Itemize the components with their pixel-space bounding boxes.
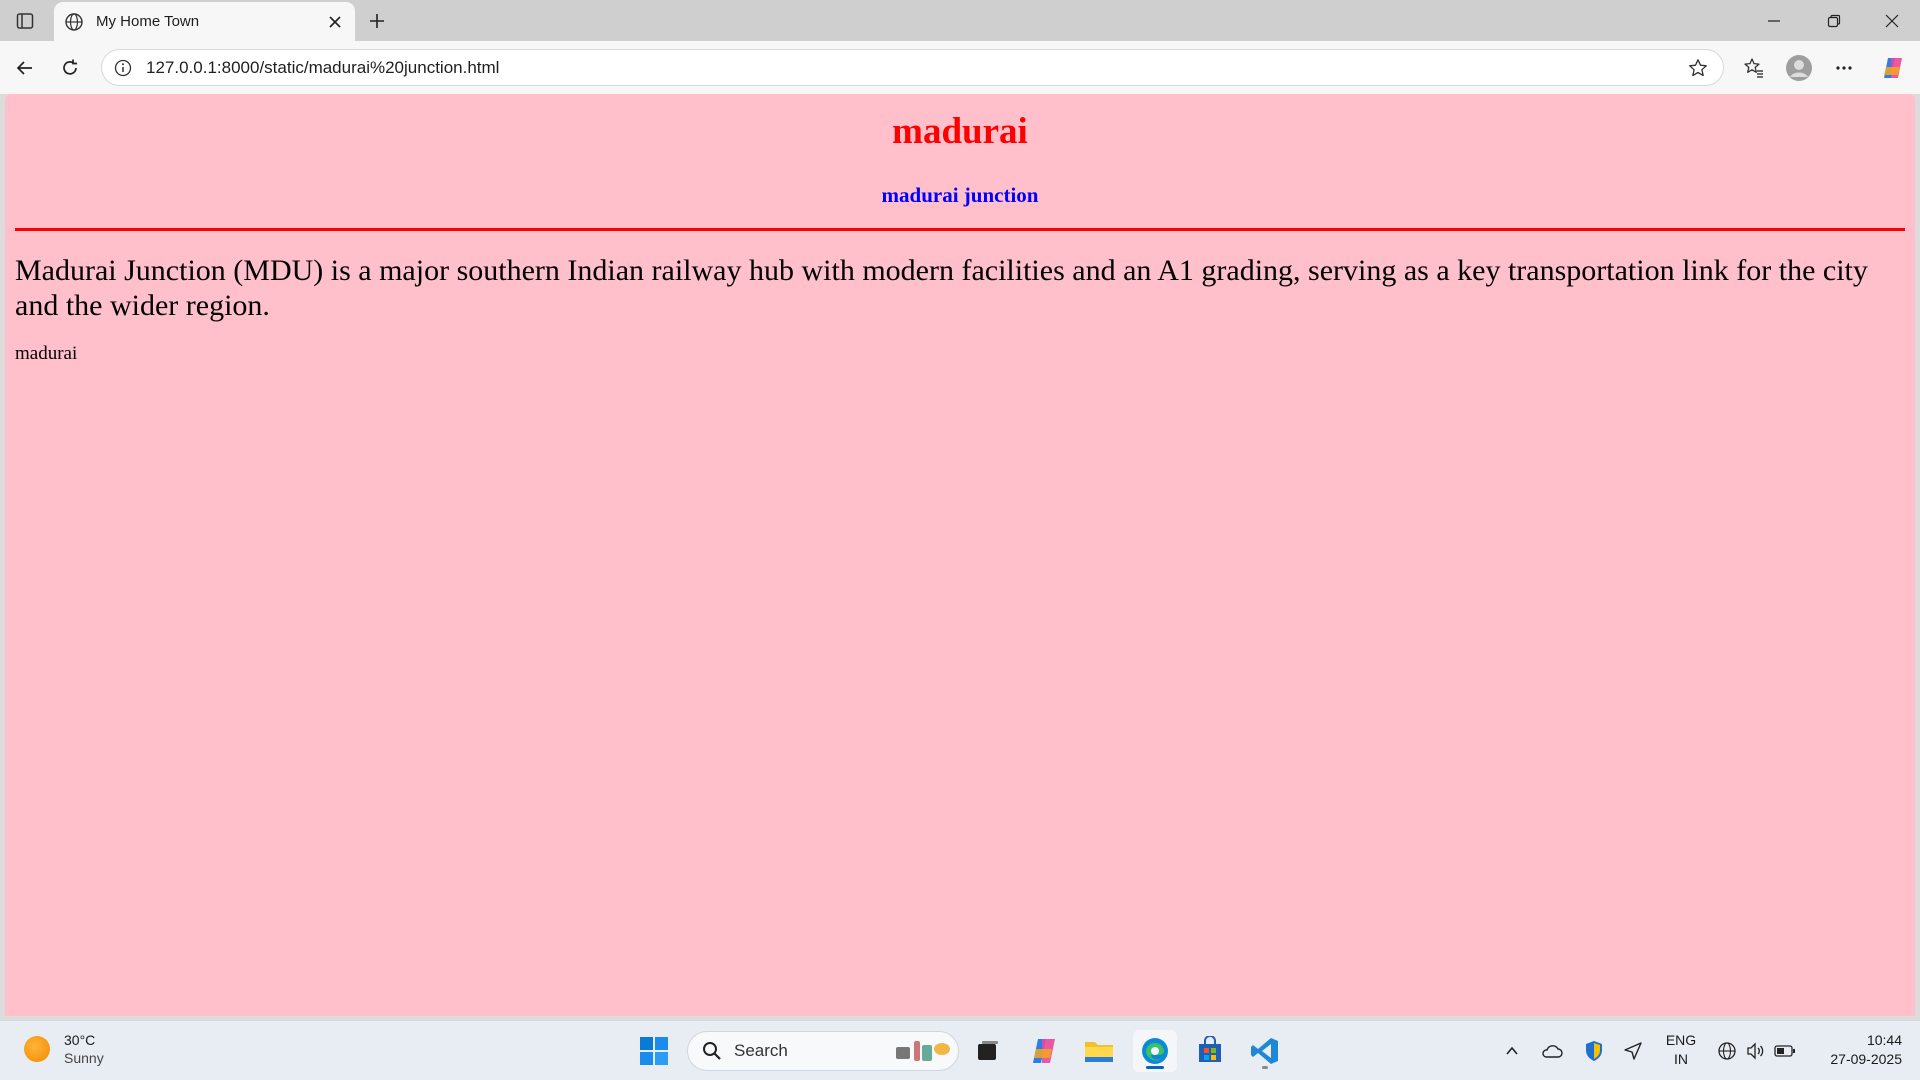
tab-title: My Home Town [96, 13, 200, 30]
restore-icon [1827, 14, 1841, 27]
weather-condition: Sunny [64, 1050, 104, 1066]
address-bar[interactable]: 127.0.0.1:8000/static/madurai%20junction… [101, 49, 1724, 86]
battery-icon [1774, 1045, 1795, 1057]
language-code: ENG [1665, 1032, 1697, 1048]
search-icon [703, 1042, 721, 1060]
weather-widget[interactable]: 30°C Sunny [24, 1031, 104, 1067]
file-explorer-button[interactable] [1077, 1030, 1121, 1072]
system-clock[interactable]: 10:44 27-09-2025 [1806, 1031, 1902, 1069]
profile-button[interactable] [1782, 51, 1816, 85]
vscode-icon [1251, 1038, 1278, 1064]
copilot-icon [1033, 1039, 1055, 1063]
chevron-up-icon [1506, 1046, 1518, 1055]
cloud-icon [1542, 1045, 1563, 1058]
site-info-button[interactable] [112, 57, 134, 79]
url-text[interactable]: 127.0.0.1:8000/static/madurai%20junction… [146, 58, 1681, 78]
sun-icon [24, 1036, 50, 1062]
favorite-button[interactable] [1681, 51, 1715, 85]
edge-icon [1142, 1038, 1168, 1064]
star-icon [1689, 58, 1707, 76]
taskbar: 30°C Sunny Search ENG IN 10:44 27-09-202… [0, 1020, 1920, 1080]
page-paragraph: Madurai Junction (MDU) is a major southe… [15, 253, 1868, 322]
restore-button[interactable] [1806, 0, 1862, 41]
location-arrow-icon [1624, 1042, 1642, 1060]
clock-time: 10:44 [1866, 1032, 1902, 1048]
copilot-taskbar-button[interactable] [1022, 1030, 1066, 1072]
region-code: IN [1674, 1051, 1688, 1067]
close-icon [329, 15, 341, 28]
info-icon [114, 59, 132, 76]
network-button[interactable] [1714, 1030, 1740, 1072]
copilot-button[interactable] [1876, 51, 1910, 85]
onedrive-button[interactable] [1538, 1030, 1566, 1072]
new-tab-button[interactable] [362, 7, 392, 35]
page-heading: madurai [892, 111, 1028, 152]
location-button[interactable] [1619, 1030, 1647, 1072]
running-indicator [1262, 1066, 1268, 1069]
speaker-icon [1747, 1042, 1764, 1060]
active-tab[interactable]: My Home Town [54, 2, 355, 41]
page-footer-text: madurai [15, 342, 78, 364]
tab-actions-icon [16, 13, 34, 29]
taskbar-search[interactable]: Search [687, 1031, 959, 1071]
refresh-icon [63, 59, 77, 75]
tab-actions-button[interactable] [10, 8, 40, 34]
tab-close-button[interactable] [321, 8, 349, 36]
page-viewport: madurai madurai junction Madurai Junctio… [5, 94, 1915, 1016]
page-subheading: madurai junction [881, 182, 1039, 207]
search-placeholder: Search [734, 1041, 788, 1060]
favorites-list-icon [1744, 58, 1763, 78]
plus-icon [370, 14, 384, 28]
task-view-icon [978, 1041, 998, 1060]
security-button[interactable] [1580, 1030, 1608, 1072]
minimize-icon [1768, 19, 1780, 22]
minimize-button[interactable] [1746, 0, 1802, 41]
folder-icon [1085, 1042, 1113, 1062]
volume-button[interactable] [1743, 1030, 1769, 1072]
settings-menu-button[interactable] [1827, 51, 1861, 85]
vscode-button[interactable] [1243, 1030, 1287, 1072]
close-window-button[interactable] [1864, 0, 1920, 41]
refresh-button[interactable] [53, 51, 87, 85]
weather-temperature: 30°C [64, 1032, 96, 1048]
search-highlight-art [890, 1036, 952, 1066]
arrow-left-icon [16, 61, 32, 75]
globe-network-icon [1718, 1042, 1736, 1060]
edge-taskbar-button[interactable] [1133, 1030, 1177, 1072]
copilot-icon [1884, 58, 1902, 78]
divider [15, 227, 1905, 231]
globe-icon [65, 12, 83, 31]
avatar-icon [1786, 55, 1812, 81]
task-view-button[interactable] [966, 1030, 1010, 1072]
start-button[interactable] [632, 1030, 676, 1072]
active-indicator [1146, 1066, 1164, 1069]
close-icon [1885, 14, 1899, 27]
browser-toolbar: 127.0.0.1:8000/static/madurai%20junction… [0, 41, 1920, 94]
show-hidden-icons-button[interactable] [1500, 1030, 1524, 1072]
store-button[interactable] [1188, 1030, 1232, 1072]
store-icon [1199, 1036, 1221, 1062]
windows-icon [640, 1037, 668, 1065]
battery-button[interactable] [1772, 1030, 1798, 1072]
more-icon [1836, 66, 1852, 70]
shield-icon [1586, 1041, 1602, 1061]
clock-date: 27-09-2025 [1830, 1051, 1902, 1067]
favorites-button[interactable] [1737, 51, 1771, 85]
language-indicator[interactable]: ENG IN [1658, 1031, 1704, 1069]
tab-strip: My Home Town [0, 0, 1920, 41]
back-button[interactable] [8, 51, 42, 85]
page-body: madurai madurai junction Madurai Junctio… [5, 94, 1915, 375]
